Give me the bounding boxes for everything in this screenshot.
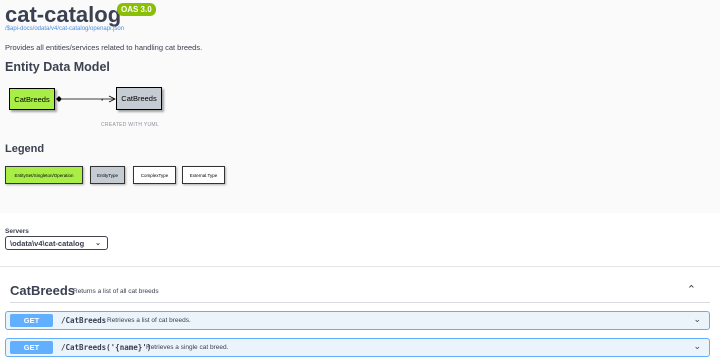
- multiplicity-label: *: [101, 99, 104, 105]
- edm-heading: Entity Data Model: [5, 60, 110, 74]
- tag-description: Returns a list of all cat breeds: [73, 288, 159, 295]
- info-section: cat-catalog OAS 3.0 /$api-docs/odata/v4/…: [0, 0, 720, 213]
- spec-link[interactable]: /$api-docs/odata/v4/cat-catalog/openapi.…: [5, 26, 124, 32]
- chevron-down-icon[interactable]: ⌄: [693, 314, 701, 325]
- edm-source-entity[interactable]: CatBreeds: [9, 88, 55, 110]
- method-badge: GET: [10, 341, 53, 354]
- version-badge: OAS 3.0: [117, 3, 156, 16]
- legend-entityset: EntitySet/Singleton/Operation: [5, 166, 83, 184]
- legend-externaltype: External.Type: [182, 166, 225, 184]
- operation-get-catbreed-by-name[interactable]: GET /CatBreeds('{name}') Retrieves a sin…: [5, 338, 710, 357]
- servers-select[interactable]: \odata\v4\cat-catalog ⌄: [5, 236, 108, 250]
- servers-label: Servers: [5, 228, 29, 235]
- api-description: Provides all entities/services related t…: [5, 43, 203, 52]
- chevron-down-icon[interactable]: ⌄: [693, 341, 701, 352]
- legend-entitytype: EntityType: [90, 166, 125, 184]
- legend-heading: Legend: [5, 143, 45, 155]
- operation-path: /CatBreeds: [61, 316, 107, 325]
- operation-summary: Retrieves a list of cat breeds.: [107, 317, 191, 324]
- operation-path: /CatBreeds('{name}'): [61, 343, 152, 352]
- method-badge: GET: [10, 314, 53, 327]
- diamond-icon: [56, 96, 62, 102]
- operation-summary: Retrieves a single cat breed.: [146, 344, 229, 351]
- servers-selected-value: \odata\v4\cat-catalog: [10, 238, 85, 248]
- api-title: cat-catalog: [5, 2, 122, 27]
- edm-target-entity[interactable]: CatBreeds: [116, 87, 162, 110]
- tag-name: CatBreeds: [10, 283, 76, 298]
- tag-header[interactable]: CatBreeds Returns a list of all cat bree…: [10, 283, 710, 303]
- yuml-credit: CREATED WITH YUML: [101, 122, 159, 128]
- chevron-down-icon: ⌄: [95, 240, 101, 247]
- chevron-up-icon[interactable]: ⌃: [687, 283, 696, 296]
- operation-get-catbreeds[interactable]: GET /CatBreeds Retrieves a list of cat b…: [5, 311, 710, 330]
- section-divider: [0, 266, 720, 267]
- edm-association-arrow: [56, 95, 116, 103]
- legend-complextype: ComplexType: [133, 166, 176, 184]
